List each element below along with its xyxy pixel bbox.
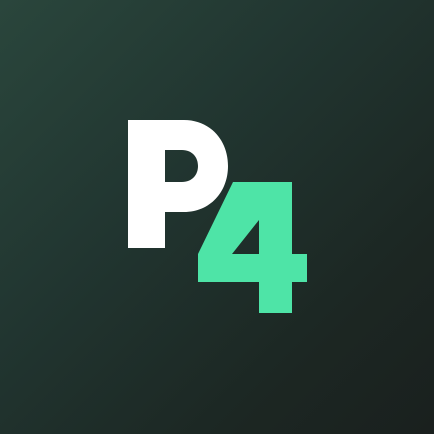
digit-4-shape [198, 182, 307, 313]
app-icon [0, 0, 434, 434]
logo-svg [128, 120, 307, 313]
p4-logo-icon [0, 0, 434, 434]
